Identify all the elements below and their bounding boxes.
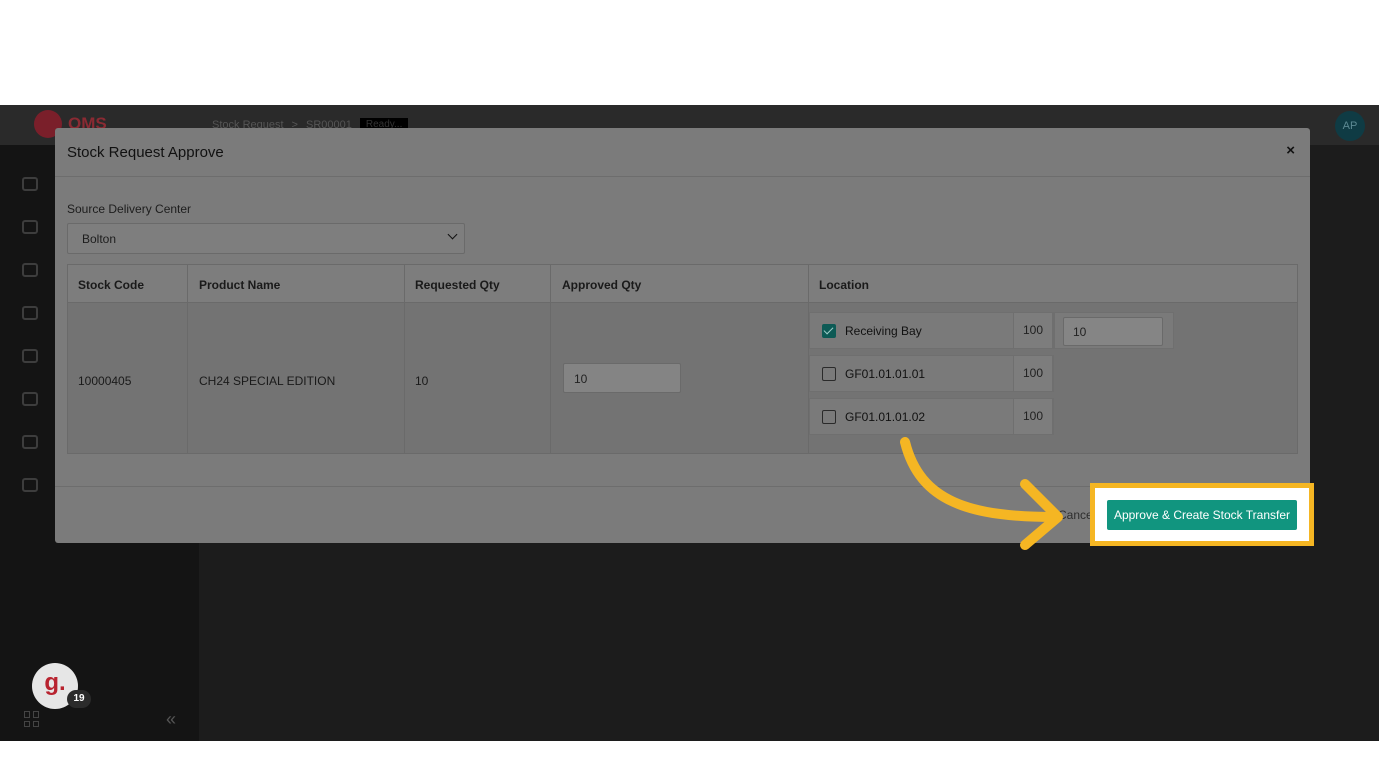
approved-qty-input[interactable]: 10 [563,363,681,393]
sidebar-item-users[interactable] [22,392,46,410]
column-header: Approved Qty [562,278,642,292]
sidebar-item-deliveries[interactable] [22,177,46,195]
modal-header: Stock Request Approve × [55,128,1310,177]
select-value: Bolton [82,232,117,246]
collapse-sidebar-icon[interactable]: « [166,709,176,730]
approve-create-stock-transfer-button[interactable]: Approve & Create Stock Transfer [1107,500,1297,530]
location-checkbox[interactable] [822,324,836,338]
guide-badge: 19 [67,690,91,708]
truck-icon [22,177,38,191]
column-divider [808,265,809,453]
gear-icon [22,478,38,492]
column-header: Stock Code [78,278,145,292]
location-name: Receiving Bay [845,324,922,338]
location-name: GF01.01.01.02 [845,410,926,424]
stock-request-table: Stock Code Product Name Requested Qty Ap… [67,264,1298,454]
location-available-qty: 100 [1013,398,1053,435]
column-divider [550,265,551,453]
sidebar-item-analytics[interactable] [22,435,46,453]
app-frame: OMS Stock Request > SR00001 Ready... AP … [0,105,1379,741]
modal-title: Stock Request Approve [67,144,224,161]
source-delivery-center-select[interactable]: Bolton [67,223,465,254]
source-delivery-center-label: Source Delivery Center [67,202,192,216]
requested-qty-cell: 10 [415,374,429,388]
column-header: Location [819,278,869,292]
user-avatar[interactable]: AP [1335,111,1365,141]
apps-grid-icon[interactable] [24,711,40,727]
column-header: Product Name [199,278,281,292]
chevron-down-icon [447,229,458,240]
product-name-cell: CH24 SPECIAL EDITION [199,374,336,388]
sidebar-item-documents[interactable] [22,220,46,238]
location-checkbox[interactable] [822,410,836,424]
location-available-qty: 100 [1013,312,1053,349]
location-available-qty: 100 [1013,355,1053,392]
chart-icon [22,435,38,449]
boxes-icon [22,263,38,277]
warehouse-icon [22,306,38,320]
column-header: Requested Qty [415,278,500,292]
stock-code-cell: 10000405 [78,374,132,388]
location-name: GF01.01.01.01 [845,367,926,381]
close-icon[interactable]: × [1286,142,1295,159]
table-header: Stock Code Product Name Requested Qty Ap… [68,265,1297,303]
document-icon [22,220,38,234]
column-divider [404,265,405,453]
column-divider [187,265,188,453]
location-checkbox[interactable] [822,367,836,381]
sidebar-item-settings[interactable] [22,478,46,496]
cube-icon [22,349,38,363]
pointer-arrow-icon [900,437,1063,550]
location-qty-cell: 10 [1054,312,1174,349]
stock-request-approve-modal: Stock Request Approve × Source Delivery … [55,128,1310,543]
sidebar-item-warehouse[interactable] [22,306,46,324]
table-row: 10000405 CH24 SPECIAL EDITION 10 10 Rece… [68,303,1297,453]
sidebar-item-products[interactable] [22,349,46,367]
sidebar-item-stock[interactable] [22,263,46,281]
users-icon [22,392,38,406]
location-qty-input[interactable]: 10 [1063,317,1163,346]
